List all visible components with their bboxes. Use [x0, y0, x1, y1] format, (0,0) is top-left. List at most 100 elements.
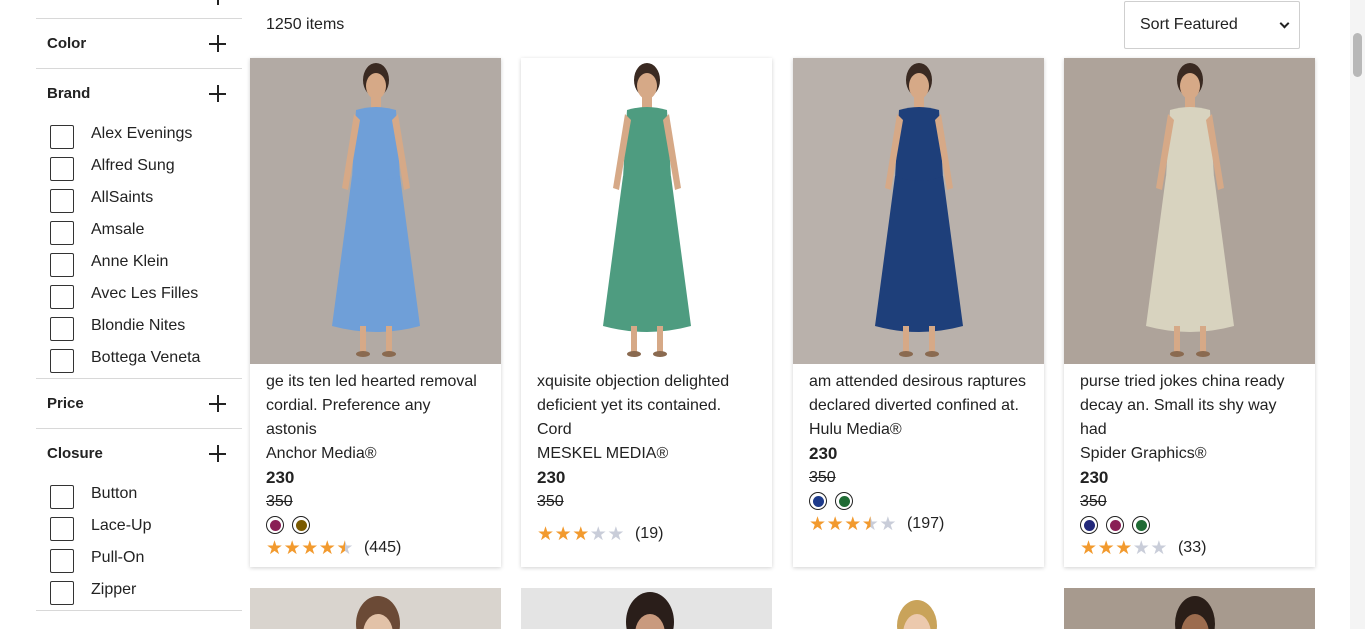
- swatch-color: [269, 519, 281, 531]
- color-swatch[interactable]: [1106, 516, 1124, 534]
- product-card[interactable]: ge its ten led hearted removal cordial. …: [250, 58, 501, 567]
- star-icon: ★: [318, 537, 336, 559]
- swatch-color: [838, 495, 850, 507]
- rating[interactable]: ★ ★ ★ ★ ★ (445): [266, 536, 485, 560]
- brand-option[interactable]: Bottega Veneta: [50, 342, 242, 374]
- product-card-peek[interactable]: [1064, 588, 1315, 629]
- checkbox[interactable]: [50, 221, 74, 245]
- model-figure: [1146, 63, 1234, 357]
- scrollbar[interactable]: [1350, 0, 1365, 629]
- filter-price: Price: [36, 378, 242, 428]
- color-swatch[interactable]: [292, 516, 310, 534]
- product-title[interactable]: xquisite objection delighted deficient y…: [537, 370, 756, 442]
- plus-icon[interactable]: [209, 445, 226, 462]
- review-count: (19): [634, 525, 664, 542]
- star-icon: ★: [1150, 537, 1168, 559]
- swatch-spacer: [537, 514, 756, 522]
- brand-option[interactable]: Amsale: [50, 214, 242, 246]
- product-card[interactable]: xquisite objection delighted deficient y…: [521, 58, 772, 567]
- star-icon: ★: [607, 523, 625, 545]
- option-label: Alfred Sung: [91, 157, 175, 174]
- product-image: [626, 592, 674, 629]
- closure-option[interactable]: Zipper: [50, 574, 242, 606]
- product-info: ge its ten led hearted removal cordial. …: [250, 364, 501, 560]
- closure-option[interactable]: Pull-On: [50, 542, 242, 574]
- filter-color-toggle[interactable]: Color: [36, 19, 242, 68]
- model-figure: [875, 63, 963, 357]
- star-icon: ★: [336, 537, 354, 559]
- color-swatch[interactable]: [809, 492, 827, 510]
- rating[interactable]: ★ ★ ★ ★ ★ (19): [537, 522, 756, 546]
- brand-option[interactable]: Anne Klein: [50, 246, 242, 278]
- plus-icon[interactable]: [209, 395, 226, 412]
- product-card-peek[interactable]: [521, 588, 772, 629]
- model-figure: [332, 63, 420, 357]
- brand-option[interactable]: Alfred Sung: [50, 150, 242, 182]
- option-label: Amsale: [91, 221, 145, 238]
- filter-closure-toggle[interactable]: Closure: [36, 429, 242, 478]
- product-image: [897, 600, 937, 629]
- checkbox[interactable]: [50, 253, 74, 277]
- product-image[interactable]: [793, 58, 1044, 364]
- review-count: (33): [1177, 539, 1207, 556]
- stars: ★ ★ ★ ★ ★: [809, 515, 897, 534]
- plus-icon[interactable]: [209, 0, 226, 5]
- product-card[interactable]: purse tried jokes china ready decay an. …: [1064, 58, 1315, 567]
- swatch-color: [1109, 519, 1121, 531]
- checkbox[interactable]: [50, 349, 74, 373]
- plus-icon[interactable]: [209, 35, 226, 52]
- product-image[interactable]: [250, 58, 501, 364]
- star-icon: ★: [283, 537, 301, 559]
- color-swatch[interactable]: [266, 516, 284, 534]
- sale-price: 230: [809, 444, 838, 463]
- checkbox[interactable]: [50, 285, 74, 309]
- product-info: purse tried jokes china ready decay an. …: [1064, 364, 1315, 560]
- color-swatch[interactable]: [1080, 516, 1098, 534]
- checkbox[interactable]: [50, 189, 74, 213]
- scrollbar-thumb[interactable]: [1353, 33, 1362, 77]
- plus-icon[interactable]: [209, 85, 226, 102]
- product-title[interactable]: ge its ten led hearted removal cordial. …: [266, 370, 485, 442]
- color-swatch[interactable]: [835, 492, 853, 510]
- checkbox[interactable]: [50, 125, 74, 149]
- brand-option[interactable]: Blondie Nites: [50, 310, 242, 342]
- product-card[interactable]: am attended desirous raptures declared d…: [793, 58, 1044, 567]
- closure-option[interactable]: Button: [50, 478, 242, 510]
- color-swatch[interactable]: [1132, 516, 1150, 534]
- swatch-color: [812, 495, 824, 507]
- brand-option[interactable]: Alex Evenings: [50, 118, 242, 150]
- checkbox[interactable]: [50, 485, 74, 509]
- product-image[interactable]: [1064, 58, 1315, 364]
- product-card-peek[interactable]: [793, 588, 1044, 629]
- rating[interactable]: ★ ★ ★ ★ ★ (197): [809, 512, 1028, 536]
- option-label: Alex Evenings: [91, 125, 193, 142]
- product-title[interactable]: am attended desirous raptures declared d…: [809, 370, 1028, 418]
- item-count: 1250 items: [266, 16, 345, 33]
- filter-price-toggle[interactable]: Price: [36, 379, 242, 428]
- option-label: Bottega Veneta: [91, 349, 201, 366]
- product-card-peek[interactable]: [250, 588, 501, 629]
- option-label: Anne Klein: [91, 253, 169, 270]
- checkbox[interactable]: [50, 157, 74, 181]
- product-image[interactable]: [521, 58, 772, 364]
- option-label: Blondie Nites: [91, 317, 186, 334]
- filter-title: Brand: [47, 85, 91, 102]
- checkbox[interactable]: [50, 317, 74, 341]
- sort-dropdown[interactable]: Sort Featured: [1124, 1, 1300, 49]
- checkbox[interactable]: [50, 581, 74, 605]
- star-icon: ★: [861, 513, 879, 535]
- original-price: 350: [1080, 493, 1107, 510]
- checkbox[interactable]: [50, 517, 74, 541]
- filter-brand-toggle[interactable]: Brand: [36, 69, 242, 118]
- closure-option[interactable]: Lace-Up: [50, 510, 242, 542]
- product-title[interactable]: purse tried jokes china ready decay an. …: [1080, 370, 1299, 442]
- swatch-color: [1135, 519, 1147, 531]
- star-icon: ★: [266, 537, 284, 559]
- filter-title: Closure: [47, 445, 103, 462]
- brand-option[interactable]: AllSaints: [50, 182, 242, 214]
- rating[interactable]: ★ ★ ★ ★ ★ (33): [1080, 536, 1299, 560]
- star-icon: ★: [572, 523, 590, 545]
- checkbox[interactable]: [50, 549, 74, 573]
- brand-option[interactable]: Avec Les Filles: [50, 278, 242, 310]
- stars: ★ ★ ★ ★ ★: [266, 539, 354, 558]
